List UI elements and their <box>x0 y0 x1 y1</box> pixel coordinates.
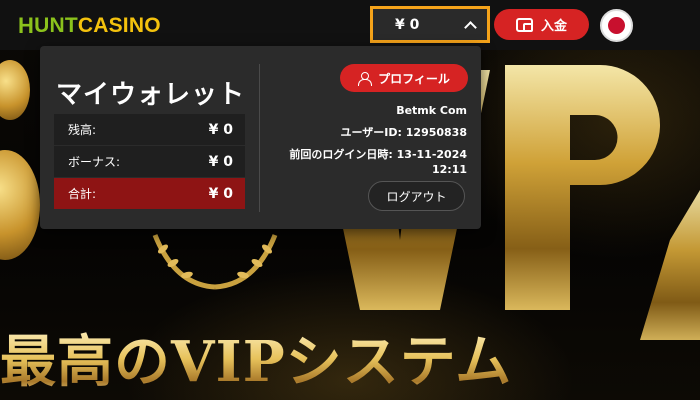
total-row-value: ¥ 0 <box>208 185 233 202</box>
banner-headline: 最高のVIPシステム <box>0 325 700 400</box>
total-row: 合計: ¥ 0 <box>54 178 245 210</box>
logout-button[interactable]: ログアウト <box>368 181 465 211</box>
wallet-dropdown-panel: マイウォレット 残高: ¥ 0 ボーナス: ¥ 0 合計: ¥ 0 プロフィール… <box>40 46 481 229</box>
last-login-time: 12:11 <box>431 163 467 176</box>
balance-amount: ¥ 0 <box>395 16 420 33</box>
profile-button[interactable]: プロフィール <box>340 64 468 92</box>
logout-label: ログアウト <box>386 189 447 204</box>
username: Betmk Com <box>396 104 467 117</box>
deposit-button[interactable]: 入金 <box>494 9 589 40</box>
wallet-icon <box>515 17 533 32</box>
page: 最高のVIPシステム H UNTCASINO ¥ 0 入金 マイウォレット 残高… <box>0 0 700 400</box>
gold-stripe-decoration <box>640 190 700 340</box>
bonus-row-label: ボーナス: <box>68 155 121 169</box>
laurel-wreath-icon <box>152 234 278 290</box>
bonus-row-value: ¥ 0 <box>208 153 233 170</box>
balance-row: 残高: ¥ 0 <box>54 114 245 146</box>
balance-row-label: 残高: <box>68 123 97 137</box>
top-header: H UNTCASINO ¥ 0 入金 <box>0 0 700 50</box>
panel-divider <box>259 64 260 212</box>
balance-row-value: ¥ 0 <box>208 121 233 138</box>
gold-coin-decoration <box>0 60 30 120</box>
bonus-row: ボーナス: ¥ 0 <box>54 146 245 178</box>
deposit-label: 入金 <box>540 19 567 34</box>
logo-text: UNTCASINO <box>34 14 161 37</box>
chevron-up-icon <box>464 20 477 34</box>
balance-dropdown-button[interactable]: ¥ 0 <box>370 6 490 43</box>
last-login: 前回のログイン日時: 13-11-2024 <box>289 148 467 161</box>
total-row-label: 合計: <box>68 187 97 201</box>
japan-flag-icon <box>608 17 625 34</box>
balance-list: 残高: ¥ 0 ボーナス: ¥ 0 合計: ¥ 0 <box>54 114 245 210</box>
user-id: ユーザーID: 12950838 <box>340 126 467 139</box>
logo-mark: H <box>18 13 35 38</box>
gold-coin-decoration <box>0 150 40 260</box>
vip-letter-p <box>505 65 660 310</box>
profile-label: プロフィール <box>378 71 450 86</box>
user-icon <box>358 71 373 86</box>
site-logo[interactable]: H UNTCASINO <box>18 13 161 39</box>
language-selector[interactable] <box>600 9 633 42</box>
wallet-title: マイウォレット <box>56 80 246 110</box>
